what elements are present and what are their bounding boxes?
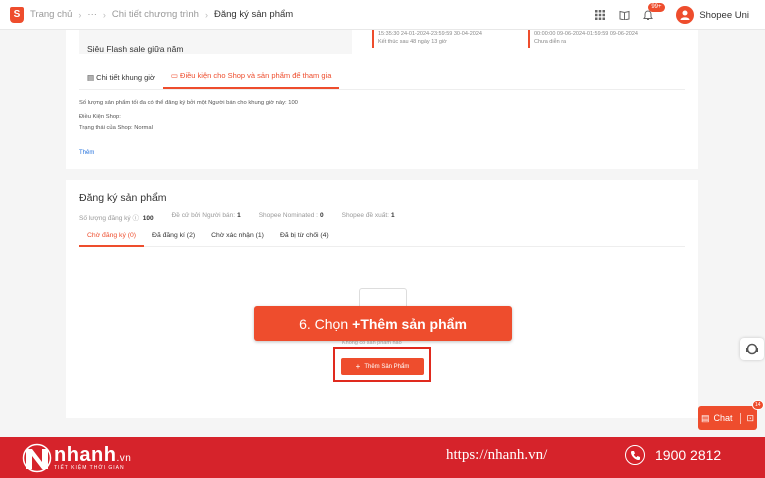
chevron-right-icon: › [204, 9, 208, 20]
registration-tabs: Chờ đăng ký (0) Đã đăng kí (2) Chờ xác n… [79, 225, 685, 247]
stat-shopee-nominated: Shopee Nominated :0 [258, 212, 324, 219]
tab-registered[interactable]: Đã đăng kí (2) [144, 225, 203, 247]
shop-status-text: Trạng thái của Shop: Normal [79, 125, 153, 131]
top-right-tools: 99+ Shopee Uni [582, 0, 749, 30]
hotline[interactable]: 1900 2812 [625, 445, 721, 465]
phone-icon [625, 445, 645, 465]
time-slot-current: 15:35:30 24-01-2024-23:59:59 30-04-2024 … [372, 30, 482, 48]
max-products-text: Số lượng sản phẩm tối đa có thể đăng ký … [79, 100, 298, 106]
help-icon[interactable]: ⓘ [132, 215, 139, 222]
website-url[interactable]: https://nhanh.vn/ [446, 447, 547, 464]
chat-window-icon: ⊡ [740, 412, 754, 424]
document-icon: ▭ [170, 71, 181, 80]
tab-pending-registration[interactable]: Chờ đăng ký (0) [79, 225, 145, 247]
instruction-callout: 6. Chọn +Thêm sản phẩm [254, 306, 512, 341]
bell-icon[interactable]: 99+ [642, 3, 665, 21]
tab-shop-conditions[interactable]: ▭ Điều kiện cho Shop và sản phẩm để tham… [162, 71, 340, 89]
program-tabs: ▤ Chi tiết khung giờ ▭ Điều kiện cho Sho… [79, 68, 685, 90]
time-slot-range: 00:00:00 09-06-2024-01:59:59 09-06-2024 [534, 31, 638, 37]
time-slot-range: 15:35:30 24-01-2024-23:59:59 30-04-2024 [378, 31, 482, 37]
time-slot-status: Chưa diễn ra [534, 39, 567, 45]
add-product-button[interactable]: + Thêm Sản Phẩm [341, 358, 424, 375]
chevron-right-icon: › [78, 9, 82, 20]
plus-icon: + [355, 362, 361, 371]
timeline-bar [372, 30, 374, 48]
more-link[interactable]: Thêm [79, 150, 94, 156]
breadcrumb-ellipsis[interactable]: ··· [87, 9, 97, 20]
tab-awaiting-confirmation[interactable]: Chờ xác nhận (1) [203, 225, 272, 247]
add-product-label: Thêm Sản Phẩm [364, 363, 410, 370]
chat-badge: 14 [752, 400, 764, 410]
callout-bold-text: +Thêm sản phẩm [352, 315, 467, 332]
program-name: Siêu Flash sale giữa năm [87, 44, 184, 54]
breadcrumb: Trang chủ › ··· › Chi tiết chương trình … [30, 9, 293, 20]
top-bar: S Trang chủ › ··· › Chi tiết chương trìn… [0, 0, 765, 30]
callout-text: 6. Chọn [299, 315, 349, 332]
section-title: Đăng ký sản phẩm [79, 192, 167, 204]
shop-conditions-title: Điều Kiện Shop: [79, 114, 121, 120]
product-registration-card: Đăng ký sản phẩm Số lượng đăng ký ⓘ 100 … [66, 180, 698, 418]
nhanh-brand: nhanh.vn TIẾT KIỆM THỜI GIAN [22, 443, 131, 473]
shopee-logo-icon[interactable]: S [10, 6, 24, 23]
program-info-card: Siêu Flash sale giữa năm 15:35:30 24-01-… [66, 30, 698, 169]
registration-stats: Số lượng đăng ký ⓘ 100 Đề cử bởi Người b… [79, 212, 413, 222]
brand-tagline: TIẾT KIỆM THỜI GIAN [54, 465, 125, 471]
nhanh-logo-icon [22, 443, 52, 472]
breadcrumb-home[interactable]: Trang chủ [30, 9, 72, 20]
apps-grid-icon[interactable] [594, 9, 606, 21]
support-icon[interactable] [740, 338, 764, 360]
phone-number: 1900 2812 [655, 447, 722, 463]
time-slot-status: Kết thúc sau 48 ngày 13 giờ [378, 39, 447, 45]
tab-time-slot-detail[interactable]: ▤ Chi tiết khung giờ [79, 73, 163, 89]
footer-banner: nhanh.vn TIẾT KIỆM THỜI GIAN https://nha… [0, 437, 765, 478]
stat-registered: Số lượng đăng ký ⓘ 100 [79, 215, 154, 222]
chat-icon: ▤ [700, 412, 710, 423]
chat-label: Chat [713, 413, 733, 423]
book-icon[interactable] [618, 9, 630, 21]
chat-button[interactable]: ▤ Chat ⊡ [698, 406, 757, 430]
stat-seller-nominated: Đề cử bởi Người bán: 1 [171, 212, 241, 219]
brand-suffix: .vn [116, 453, 132, 464]
chevron-right-icon: › [102, 9, 106, 20]
brand-name: nhanh [54, 444, 117, 466]
notification-badge: 99+ [648, 3, 665, 12]
time-slot-upcoming: 00:00:00 09-06-2024-01:59:59 09-06-2024 … [528, 30, 638, 48]
timeline-bar [528, 30, 530, 48]
breadcrumb-current: Đăng ký sản phẩm [213, 9, 294, 20]
tab-rejected[interactable]: Đã bị từ chối (4) [272, 225, 337, 247]
stat-shopee-suggested: Shopee đề xuất: 1 [341, 212, 395, 219]
calendar-icon: ▤ [87, 73, 97, 82]
shop-name[interactable]: Shopee Uni [699, 10, 749, 21]
breadcrumb-program-detail[interactable]: Chi tiết chương trình [112, 9, 199, 20]
avatar[interactable] [676, 6, 695, 24]
